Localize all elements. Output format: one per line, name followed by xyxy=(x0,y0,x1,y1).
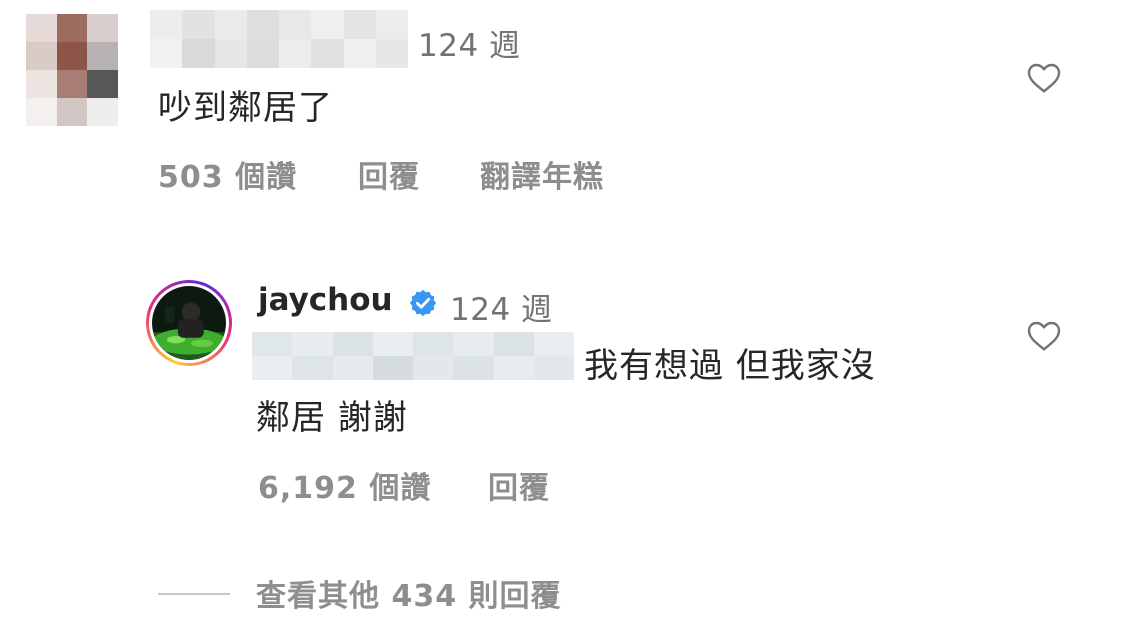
view-replies-divider xyxy=(158,593,230,595)
comment-reply-button[interactable]: 回覆 xyxy=(358,152,420,196)
comment-like-count[interactable]: 503 個讚 xyxy=(158,152,297,196)
comment-timestamp: 124 週 xyxy=(418,28,521,64)
heart-outline-icon[interactable] xyxy=(1026,318,1062,352)
reply-avatar[interactable] xyxy=(146,280,232,366)
reply-reply-button[interactable]: 回覆 xyxy=(488,463,550,507)
heart-outline-icon[interactable] xyxy=(1026,60,1062,94)
reply-text-line-1: 我有想過 但我家沒 xyxy=(584,346,876,386)
comment-translate-button[interactable]: 翻譯年糕 xyxy=(480,152,604,196)
mention-username-blurred[interactable] xyxy=(252,332,574,380)
reply-like-count[interactable]: 6,192 個讚 xyxy=(258,463,431,507)
commenter-username-blurred[interactable] xyxy=(150,10,408,68)
reply-timestamp: 124 週 xyxy=(450,292,553,328)
commenter-avatar[interactable] xyxy=(26,14,118,126)
view-more-replies-button[interactable]: 查看其他 434 則回覆 xyxy=(256,571,562,615)
reply-text-line-2: 鄰居 謝謝 xyxy=(256,398,408,438)
comment-text: 吵到鄰居了 xyxy=(158,88,333,128)
verified-badge-icon xyxy=(408,288,438,318)
reply-username[interactable]: jaychou xyxy=(258,282,393,318)
